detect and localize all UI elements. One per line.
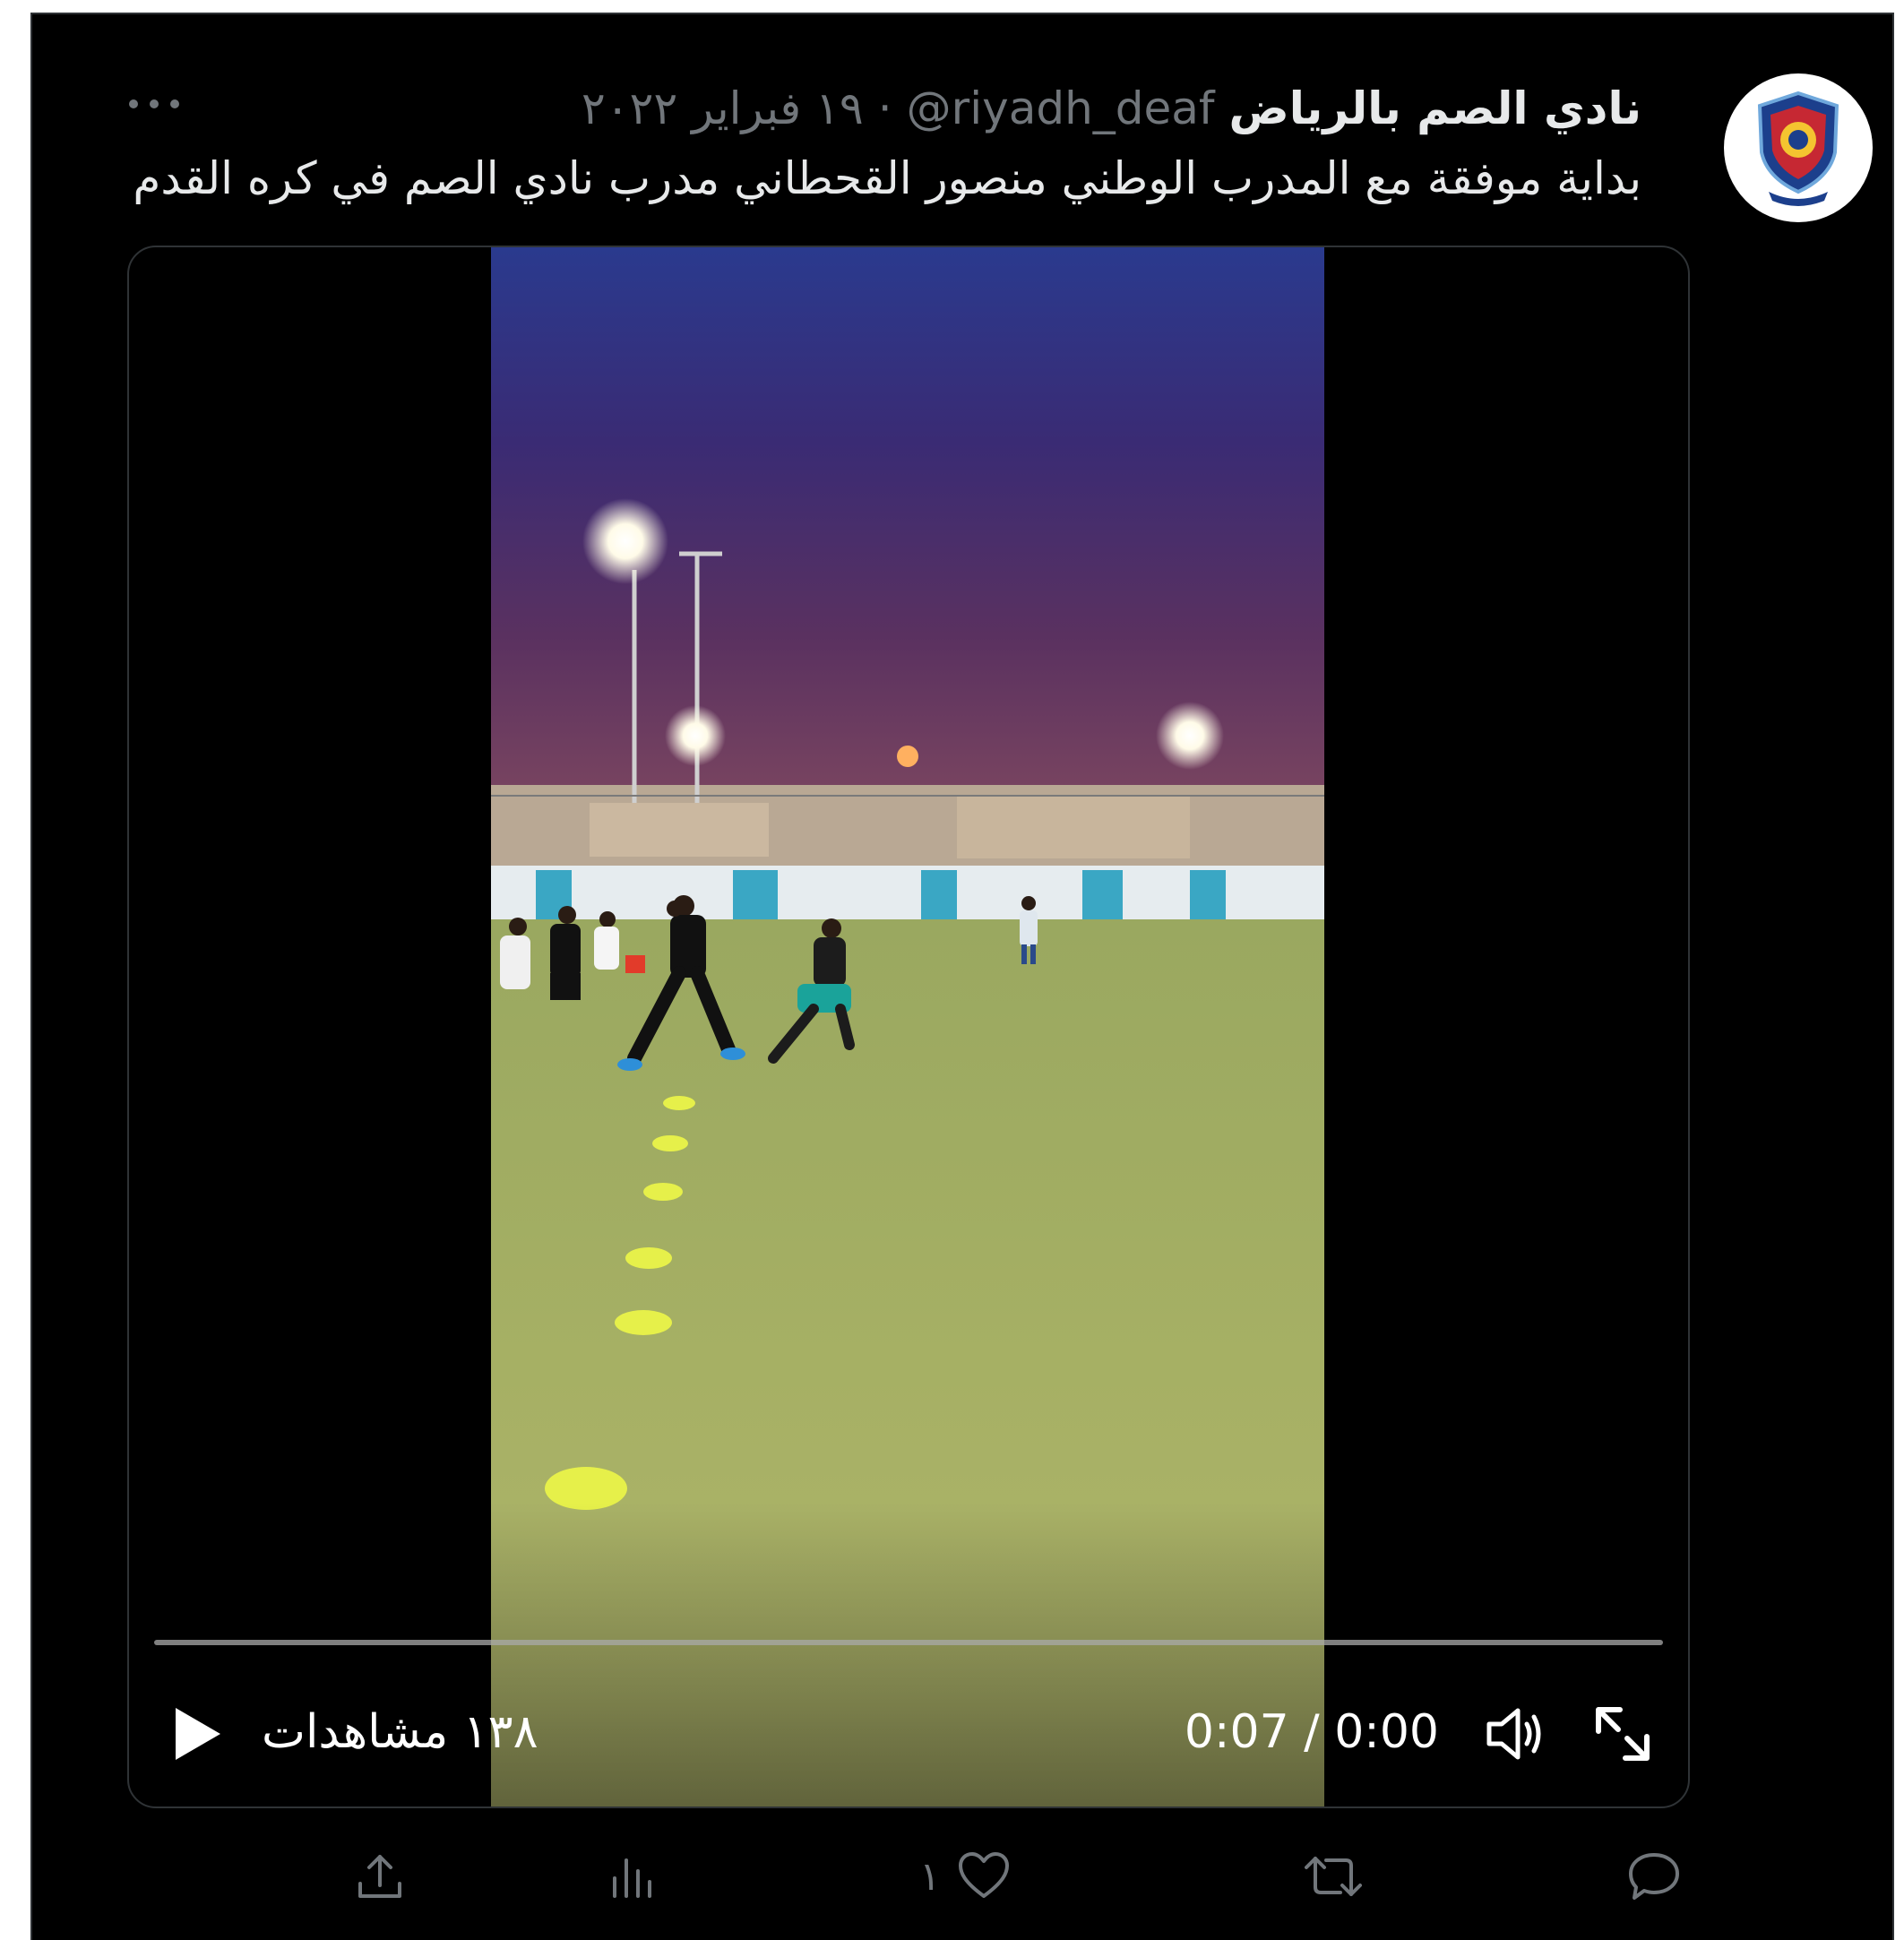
reply-button[interactable] (1627, 1842, 1681, 1910)
fullscreen-icon (1596, 1707, 1650, 1761)
separator-dot: · (877, 82, 892, 134)
retweet-button[interactable] (1305, 1842, 1362, 1910)
play-icon (176, 1708, 220, 1760)
view-count: ١٣٨ مشاهدات (262, 1705, 538, 1759)
user-handle[interactable]: @riyadh_deaf (907, 82, 1215, 134)
video-thumbnail (491, 247, 1324, 1806)
display-name[interactable]: نادي الصم بالرياض (1229, 82, 1641, 134)
video-timecode: 0:07 / 0:00 (1184, 1705, 1439, 1759)
analytics-icon (613, 1858, 651, 1898)
heart-icon (958, 1852, 1009, 1898)
video-controls: ١٣٨ مشاهدات 0:07 / 0:00 (129, 1686, 1688, 1776)
like-button[interactable]: ١ (919, 1842, 1011, 1910)
tweet-text: بداية موفقة مع المدرب الوطني منصور القحط… (133, 152, 1641, 204)
more-dots-icon[interactable] (129, 82, 179, 125)
video-progress-bar[interactable] (154, 1640, 1663, 1645)
retweet-icon (1305, 1857, 1362, 1896)
volume-icon (1486, 1708, 1541, 1760)
club-crest-icon (1725, 74, 1872, 221)
share-icon (358, 1855, 401, 1898)
video-frame[interactable] (491, 247, 1324, 1806)
analytics-button[interactable] (607, 1842, 658, 1910)
video-player[interactable]: ١٣٨ مشاهدات 0:07 / 0:00 (127, 246, 1690, 1808)
tweet-actions: ١ (355, 1842, 1699, 1910)
share-button[interactable] (355, 1842, 405, 1910)
tweet-header: نادي الصم بالرياض @riyadh_deaf · ١٩ فبرا… (582, 79, 1641, 138)
play-button[interactable] (172, 1706, 222, 1762)
tweet-date[interactable]: ١٩ فبراير ٢٠٢٢ (582, 82, 864, 134)
tweet-card: نادي الصم بالرياض @riyadh_deaf · ١٩ فبرا… (30, 13, 1894, 1940)
volume-button[interactable] (1484, 1706, 1545, 1762)
reply-icon (1629, 1853, 1679, 1900)
fullscreen-button[interactable] (1593, 1704, 1652, 1763)
avatar[interactable] (1724, 73, 1873, 222)
like-count: ١ (919, 1853, 941, 1900)
